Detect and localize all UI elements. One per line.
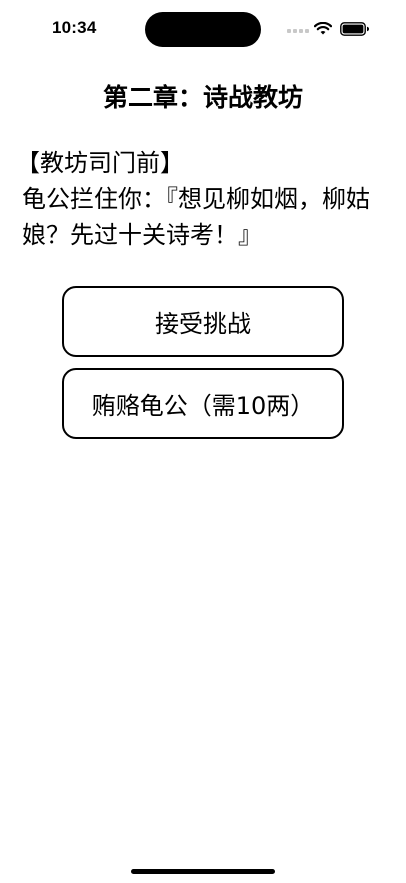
signal-icon bbox=[287, 29, 309, 33]
scene-dialogue: 龟公拦住你：『想见柳如烟，柳姑娘？先过十关诗考！』 bbox=[22, 185, 370, 249]
dynamic-island bbox=[145, 12, 261, 47]
battery-icon bbox=[340, 22, 369, 36]
scene-text: 【教坊司门前】 龟公拦住你：『想见柳如烟，柳姑娘？先过十关诗考！』 bbox=[16, 145, 396, 253]
accept-challenge-button[interactable]: 接受挑战 bbox=[62, 286, 344, 357]
status-time: 10:34 bbox=[52, 18, 97, 37]
status-bar: 10:34 bbox=[0, 0, 406, 58]
bribe-button[interactable]: 贿赂龟公（需10两） bbox=[62, 368, 344, 439]
home-indicator[interactable] bbox=[131, 869, 275, 874]
wifi-icon bbox=[314, 22, 332, 35]
chapter-title: 第二章：诗战教坊 bbox=[102, 83, 303, 112]
scene-location: 【教坊司门前】 bbox=[16, 149, 184, 177]
